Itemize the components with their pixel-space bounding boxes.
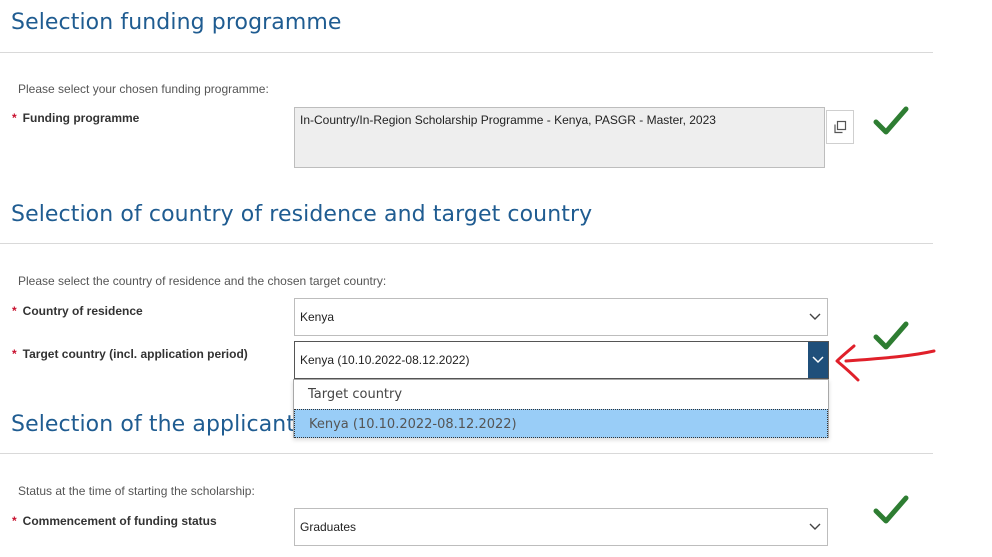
target-country-label: * Target country (incl. application perio…	[12, 347, 248, 361]
target-country-dropdown-list: Target country Kenya (10.10.2022-08.12.2…	[293, 379, 829, 438]
required-marker: *	[12, 347, 17, 361]
chevron-down-icon	[805, 509, 825, 545]
country-of-residence-label-text: Country of residence	[22, 304, 143, 318]
required-marker: *	[12, 304, 17, 318]
section-title-funding: Selection funding programme	[11, 10, 342, 35]
required-marker: *	[12, 514, 17, 528]
funding-programme-label-text: Funding programme	[22, 111, 140, 125]
commencement-status-value: Graduates	[300, 520, 357, 534]
dropdown-option-placeholder[interactable]: Target country	[294, 380, 828, 409]
status-intro-text: Status at the time of starting the schol…	[18, 484, 255, 498]
funding-programme-label: * Funding programme	[12, 111, 139, 125]
country-of-residence-value: Kenya	[300, 310, 335, 324]
open-details-button[interactable]	[826, 110, 854, 144]
target-country-value: Kenya (10.10.2022-08.12.2022)	[300, 353, 470, 367]
commencement-status-label: * Commencement of funding status	[12, 514, 217, 528]
check-icon	[873, 495, 909, 524]
check-icon	[873, 106, 909, 135]
red-arrow-annotation	[835, 344, 936, 382]
chevron-down-icon	[805, 299, 825, 335]
chevron-down-icon	[808, 342, 828, 378]
open-window-icon	[834, 120, 847, 134]
commencement-status-select[interactable]: Graduates	[294, 508, 828, 546]
divider	[0, 453, 933, 454]
country-intro-text: Please select the country of residence a…	[18, 274, 387, 288]
divider	[0, 243, 933, 244]
target-country-select[interactable]: Kenya (10.10.2022-08.12.2022)	[294, 341, 829, 379]
funding-programme-value: In-Country/In-Region Scholarship Program…	[300, 113, 716, 127]
country-of-residence-select[interactable]: Kenya	[294, 298, 828, 336]
section-title-status: Selection of the applicant s	[11, 412, 314, 437]
country-of-residence-label: * Country of residence	[12, 304, 143, 318]
funding-programme-field: In-Country/In-Region Scholarship Program…	[294, 107, 825, 168]
section-title-country: Selection of country of residence and ta…	[11, 202, 593, 227]
funding-intro-text: Please select your chosen funding progra…	[18, 82, 269, 96]
target-country-label-text: Target country (incl. application period…	[22, 347, 248, 361]
divider	[0, 52, 933, 53]
dropdown-option-kenya[interactable]: Kenya (10.10.2022-08.12.2022)	[294, 409, 828, 438]
commencement-status-label-text: Commencement of funding status	[22, 514, 217, 528]
required-marker: *	[12, 111, 17, 125]
